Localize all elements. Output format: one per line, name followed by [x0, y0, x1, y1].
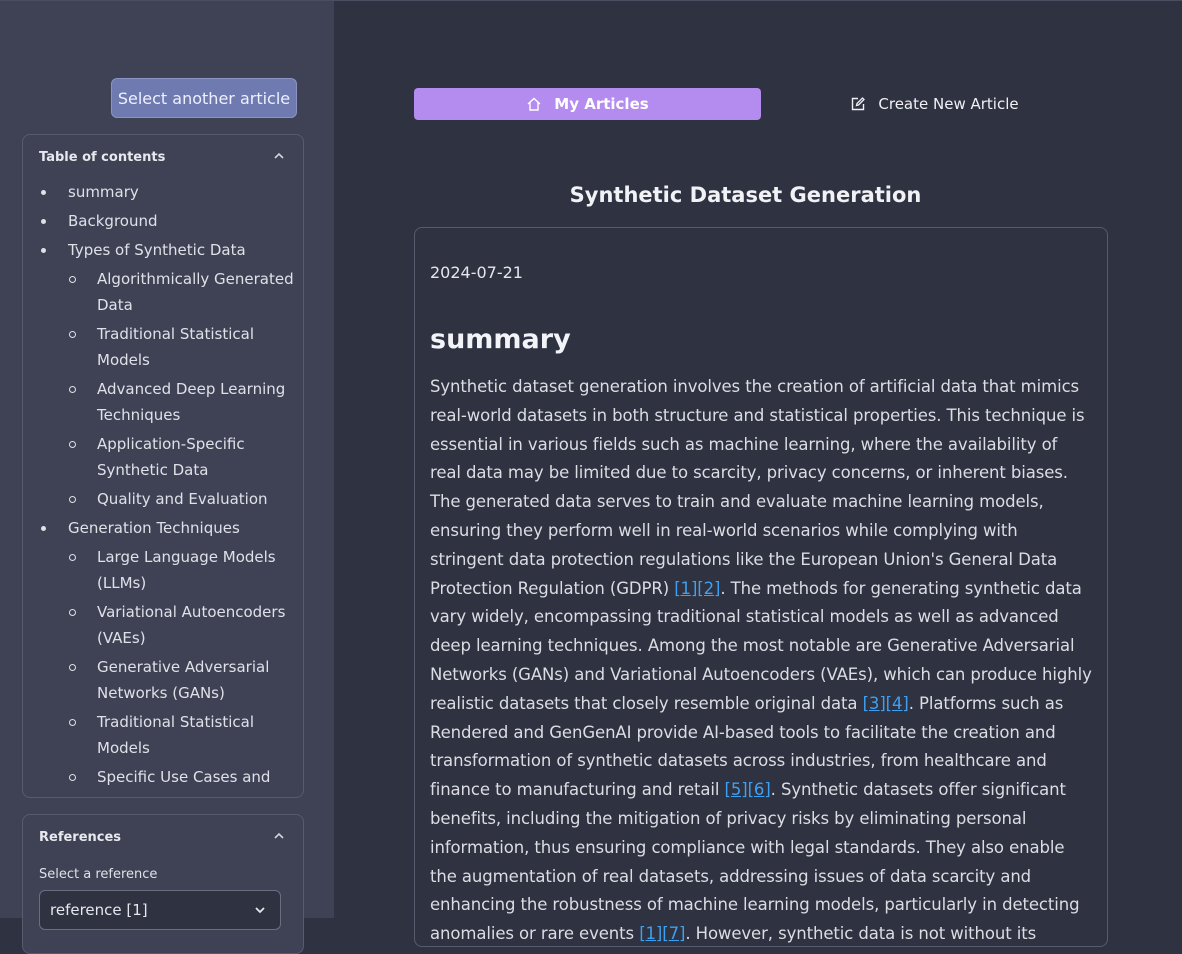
toc-item[interactable]: Application-Specific Synthetic Data: [23, 431, 297, 483]
references-panel: References Select a reference reference …: [22, 814, 304, 954]
toc-item[interactable]: Types of Synthetic Data: [23, 237, 303, 263]
toc-item[interactable]: Traditional Statistical Models: [23, 321, 297, 373]
toc-item[interactable]: Specific Use Cases and: [23, 764, 297, 790]
citation-link[interactable]: [6]: [748, 780, 771, 799]
bullet-circle-icon: [69, 386, 76, 393]
toc-item[interactable]: Advanced Deep Learning Techniques: [23, 376, 297, 428]
reference-select[interactable]: reference [1]: [39, 890, 281, 930]
toc-item[interactable]: Quality and Evaluation: [23, 486, 297, 512]
article-date: 2024-07-21: [430, 263, 523, 282]
my-articles-label: My Articles: [554, 95, 649, 113]
article-title: Synthetic Dataset Generation: [569, 183, 922, 207]
reference-select-value: reference [1]: [50, 901, 148, 919]
citation-link[interactable]: [1]: [674, 579, 697, 598]
toc-item-label: Large Language Models (LLMs): [97, 548, 276, 592]
chevron-up-icon[interactable]: [273, 151, 285, 161]
bullet-disc-icon: [41, 219, 46, 224]
bullet-circle-icon: [69, 609, 76, 616]
citation-link[interactable]: [2]: [697, 579, 720, 598]
toc-title[interactable]: Table of contents: [39, 150, 165, 165]
section-heading: summary: [430, 324, 571, 355]
toc-item-label: Traditional Statistical Models: [97, 713, 254, 757]
toc-item-label: Generative Adversarial Networks (GANs): [97, 658, 270, 702]
toc-item[interactable]: Large Language Models (LLMs): [23, 544, 297, 596]
toc-item-label: Specific Use Cases and: [97, 768, 271, 786]
toc-item[interactable]: Variational Autoencoders (VAEs): [23, 599, 297, 651]
references-title[interactable]: References: [39, 830, 121, 845]
bullet-circle-icon: [69, 331, 76, 338]
citation-link[interactable]: [1]: [639, 924, 662, 943]
paragraph-text: Synthetic dataset generation involves th…: [430, 377, 1085, 598]
toc-item[interactable]: Background: [23, 208, 303, 234]
toc-item-label: Variational Autoencoders (VAEs): [97, 603, 286, 647]
bullet-circle-icon: [69, 774, 76, 781]
toc-item-label: Traditional Statistical Models: [97, 325, 254, 369]
create-new-article-label: Create New Article: [878, 95, 1019, 113]
toc-list: summary Background Types of Synthetic Data…: [23, 179, 303, 797]
citation-link[interactable]: [5]: [725, 780, 748, 799]
bullet-circle-icon: [69, 664, 76, 671]
toc-item-label: Algorithmically Generated Data: [97, 270, 294, 314]
toc-item-label: Generation Techniques: [68, 519, 240, 537]
bullet-circle-icon: [69, 719, 76, 726]
toc-item-label: Types of Synthetic Data: [68, 241, 246, 259]
paragraph-text: . Synthetic datasets offer significant b…: [430, 780, 1080, 944]
toc-item[interactable]: Generation Techniques: [23, 515, 303, 541]
reference-select-label: Select a reference: [39, 867, 158, 882]
toc-panel: Table of contents summary Background Types…: [22, 134, 304, 798]
bullet-circle-icon: [69, 496, 76, 503]
toc-item-label: Quality and Evaluation: [97, 490, 268, 508]
toc-item[interactable]: summary: [23, 179, 303, 205]
edit-icon: [852, 97, 866, 111]
toc-item[interactable]: Traditional Statistical Models: [23, 709, 297, 761]
bullet-disc-icon: [41, 248, 46, 253]
toc-item-label: Background: [68, 212, 158, 230]
home-icon: [527, 97, 541, 111]
toc-item[interactable]: Algorithmically Generated Data: [23, 266, 297, 318]
bullet-circle-icon: [69, 554, 76, 561]
create-new-article-button[interactable]: Create New Article: [761, 88, 1108, 120]
chevron-up-icon[interactable]: [273, 831, 285, 841]
bullet-circle-icon: [69, 441, 76, 448]
toc-item[interactable]: Generative Adversarial Networks (GANs): [23, 654, 297, 706]
paragraph-text: . The methods for generating synthetic d…: [430, 578, 1092, 713]
bullet-disc-icon: [41, 526, 46, 531]
citation-link[interactable]: [3]: [863, 694, 886, 713]
citation-link[interactable]: [7]: [662, 924, 685, 943]
toc-item-label: Application-Specific Synthetic Data: [97, 435, 245, 479]
article-container: 2024-07-21 summary Synthetic dataset gen…: [414, 227, 1108, 947]
toc-item-label: summary: [68, 183, 139, 201]
article-paragraph: Synthetic dataset generation involves th…: [430, 373, 1092, 946]
bullet-circle-icon: [69, 276, 76, 283]
sidebar: Select another article Table of contents…: [0, 1, 334, 954]
chevron-down-icon: [255, 907, 265, 914]
my-articles-button[interactable]: My Articles: [414, 88, 761, 120]
toc-item-label: Advanced Deep Learning Techniques: [97, 380, 286, 424]
citation-link[interactable]: [4]: [886, 694, 909, 713]
bullet-disc-icon: [41, 190, 46, 195]
select-another-article-button[interactable]: Select another article: [111, 78, 297, 118]
